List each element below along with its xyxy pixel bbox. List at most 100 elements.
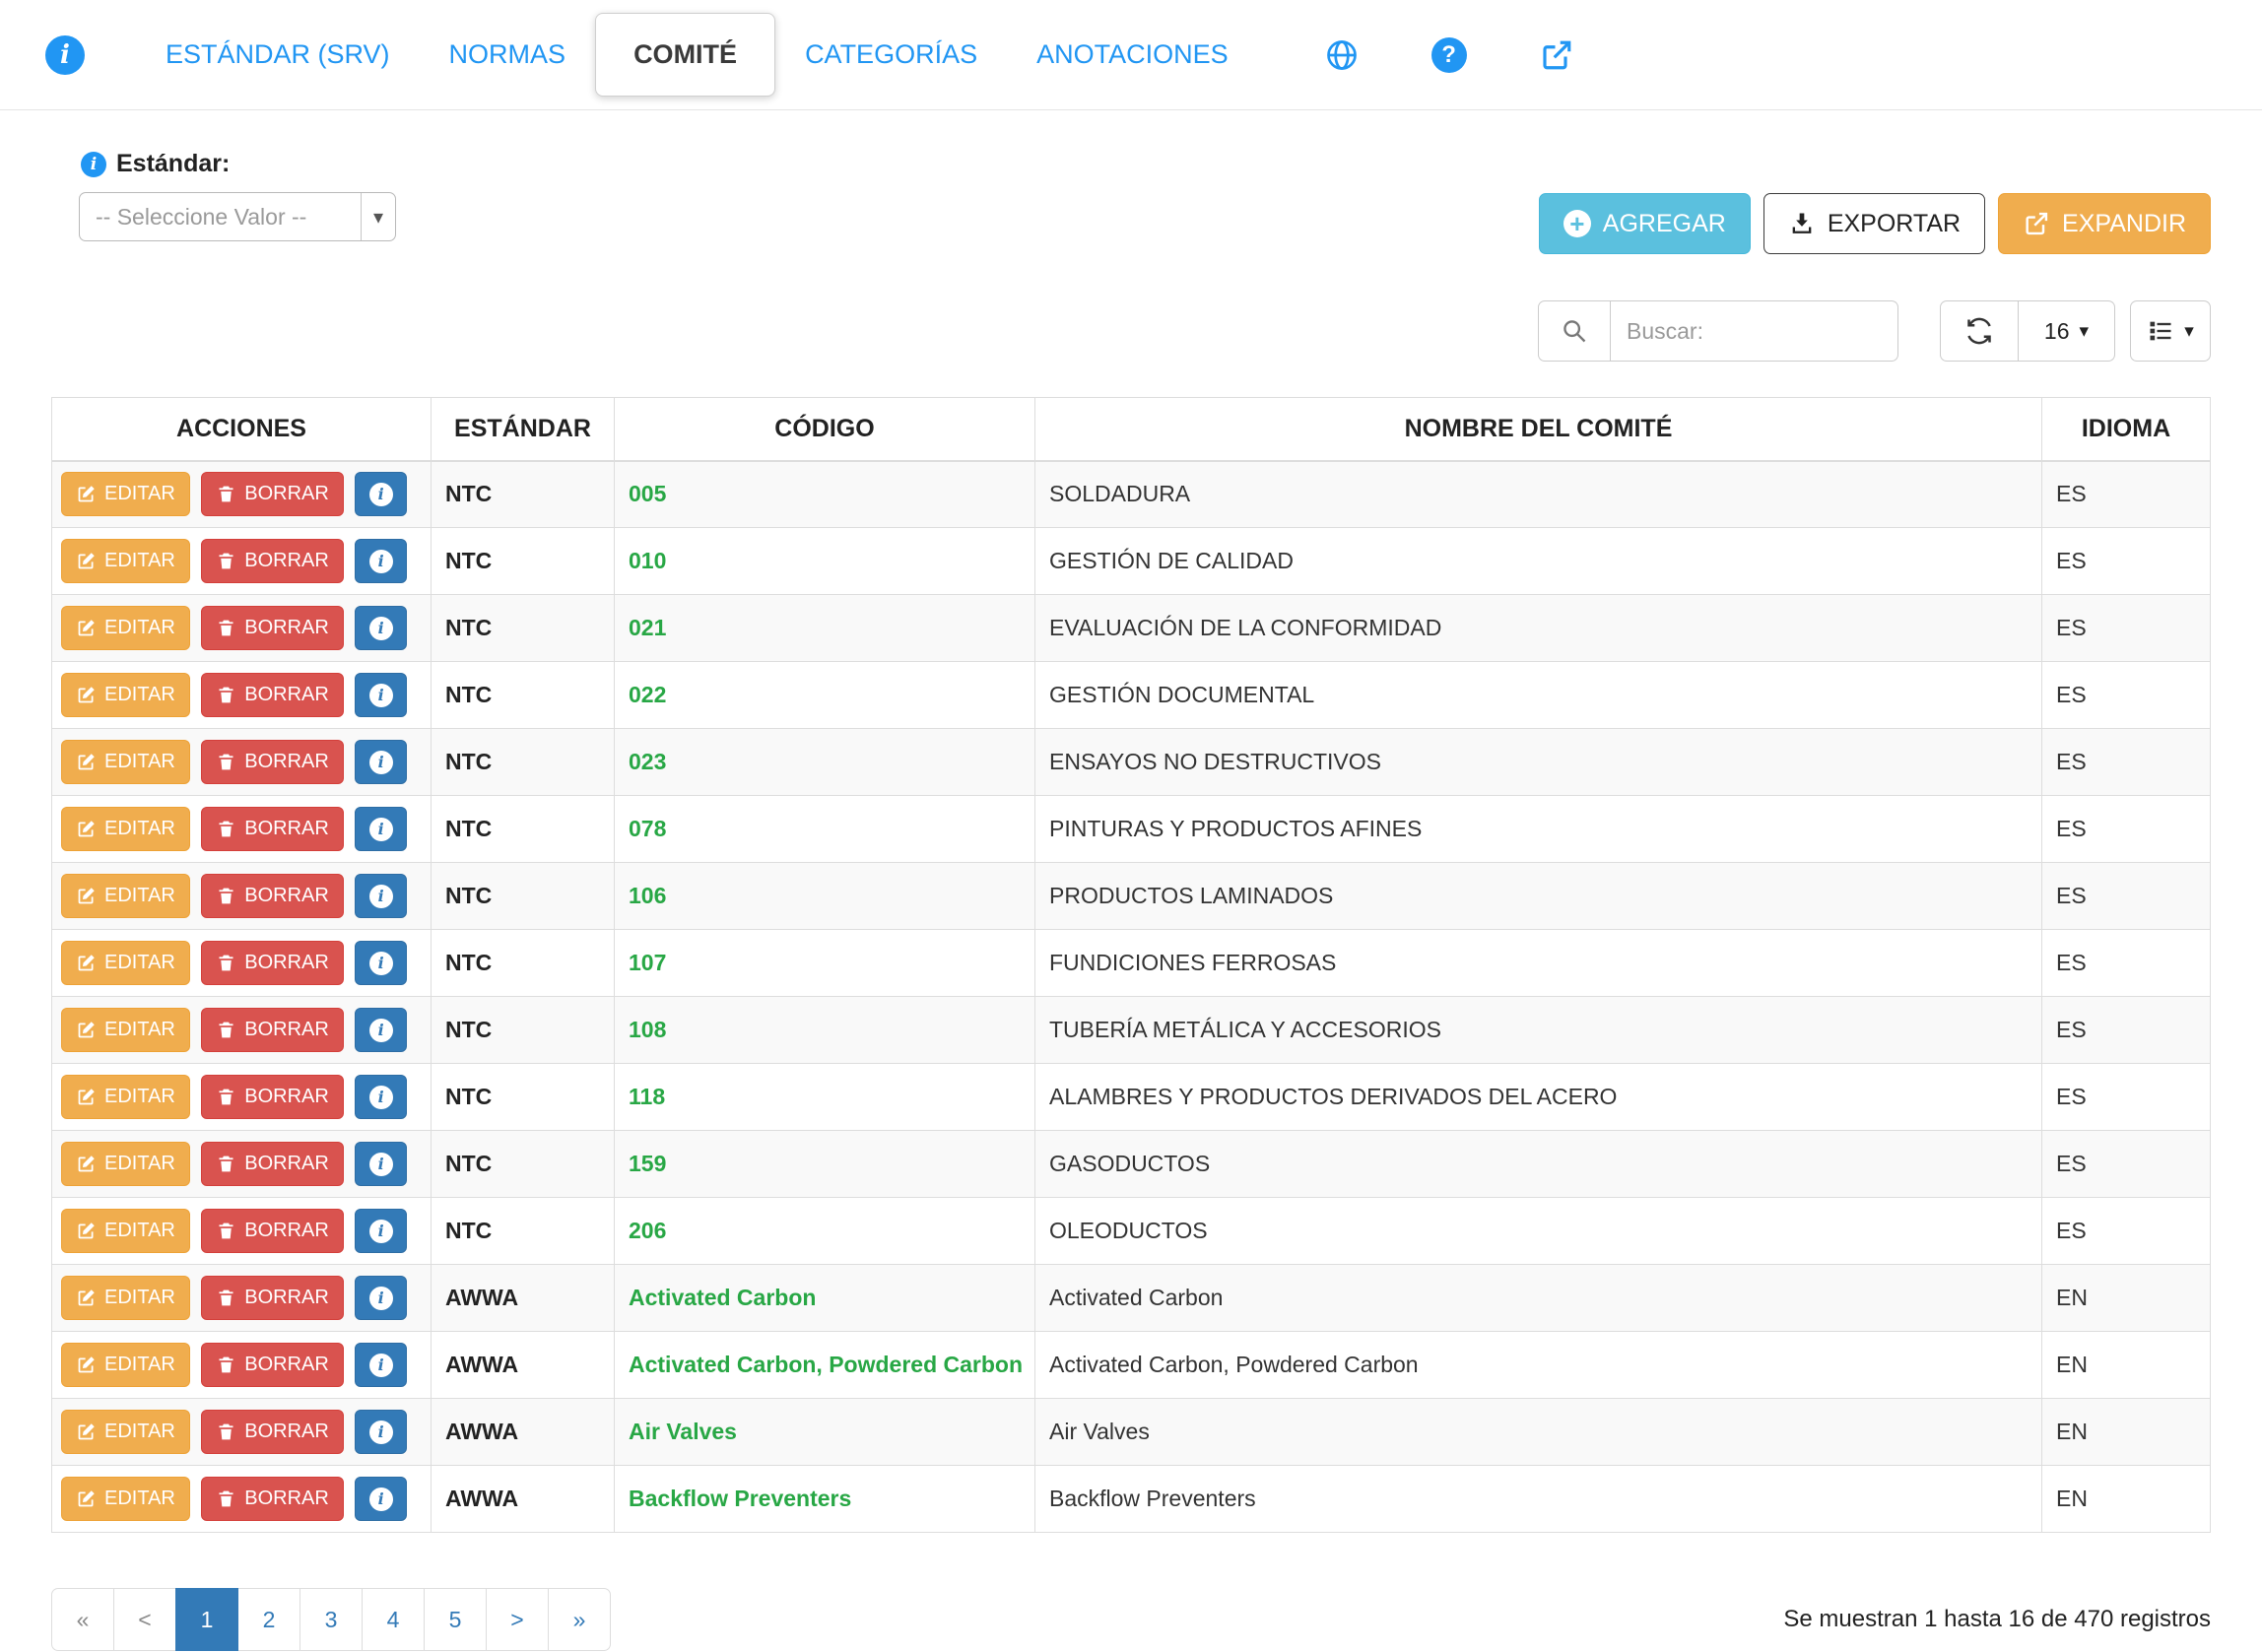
nombre-cell: OLEODUCTOS (1035, 1198, 2042, 1265)
table-wrap: ACCIONES ESTÁNDAR CÓDIGO NOMBRE DEL COMI… (0, 362, 2262, 1533)
editar-button[interactable]: EDITAR (61, 941, 190, 985)
borrar-button[interactable]: BORRAR (201, 539, 344, 583)
editar-button[interactable]: EDITAR (61, 1343, 190, 1387)
exportar-button[interactable]: EXPORTAR (1763, 193, 1985, 254)
row-info-button[interactable]: i (355, 941, 407, 985)
row-info-button[interactable]: i (355, 1209, 407, 1253)
row-info-button[interactable]: i (355, 606, 407, 650)
info-icon[interactable]: i (45, 35, 85, 75)
editar-button[interactable]: EDITAR (61, 807, 190, 851)
borrar-button[interactable]: BORRAR (201, 1276, 344, 1320)
editar-button[interactable]: EDITAR (61, 1477, 190, 1521)
idioma-cell: ES (2042, 461, 2211, 528)
external-link-icon[interactable] (1538, 36, 1575, 74)
editar-button[interactable]: EDITAR (61, 539, 190, 583)
header-acciones: ACCIONES (52, 398, 432, 461)
idioma-cell: ES (2042, 997, 2211, 1064)
row-info-button[interactable]: i (355, 1477, 407, 1521)
records-summary: Se muestran 1 hasta 16 de 470 registros (1783, 1606, 2211, 1633)
refresh-button[interactable] (1940, 300, 2019, 362)
search-button[interactable] (1538, 300, 1611, 362)
borrar-button[interactable]: BORRAR (201, 1075, 344, 1119)
search-input[interactable] (1611, 300, 1898, 362)
tab-categorias[interactable]: CATEGORÍAS (775, 16, 1007, 94)
editar-button[interactable]: EDITAR (61, 1276, 190, 1320)
pagination-item[interactable]: » (548, 1588, 611, 1651)
expandir-button[interactable]: EXPANDIR (1998, 193, 2211, 254)
borrar-button[interactable]: BORRAR (201, 740, 344, 784)
pagination-item[interactable]: 3 (299, 1588, 363, 1651)
row-info-button[interactable]: i (355, 740, 407, 784)
idioma-cell: ES (2042, 863, 2211, 930)
borrar-button[interactable]: BORRAR (201, 874, 344, 918)
estandar-cell: AWWA (432, 1466, 615, 1533)
borrar-button[interactable]: BORRAR (201, 1477, 344, 1521)
tab-normas[interactable]: NORMAS (420, 16, 596, 94)
pagination-item[interactable]: < (113, 1588, 176, 1651)
editar-button[interactable]: EDITAR (61, 1209, 190, 1253)
page-size-dropdown[interactable]: 16 ▾ (2019, 300, 2115, 362)
pagination-item[interactable]: 1 (175, 1588, 238, 1651)
row-info-button[interactable]: i (355, 1008, 407, 1052)
borrar-button[interactable]: BORRAR (201, 1343, 344, 1387)
editar-button[interactable]: EDITAR (61, 1410, 190, 1454)
pagination-item[interactable]: 5 (424, 1588, 487, 1651)
row-info-button[interactable]: i (355, 874, 407, 918)
row-info-button[interactable]: i (355, 1343, 407, 1387)
nombre-cell: FUNDICIONES FERROSAS (1035, 930, 2042, 997)
row-info-button[interactable]: i (355, 539, 407, 583)
globe-icon[interactable] (1323, 36, 1361, 74)
pagination-item[interactable]: 4 (362, 1588, 425, 1651)
borrar-button[interactable]: BORRAR (201, 673, 344, 717)
borrar-button[interactable]: BORRAR (201, 1008, 344, 1052)
borrar-button[interactable]: BORRAR (201, 1142, 344, 1186)
actions-cell: EDITAR BORRAR i (52, 1198, 432, 1265)
editar-button[interactable]: EDITAR (61, 472, 190, 516)
info-icon: i (369, 1086, 393, 1109)
editar-button[interactable]: EDITAR (61, 1075, 190, 1119)
pagination-item[interactable]: 2 (237, 1588, 300, 1651)
pagination-item[interactable]: « (51, 1588, 114, 1651)
estandar-select[interactable]: -- Seleccione Valor -- ▾ (79, 192, 396, 241)
pencil-icon (76, 1488, 97, 1509)
pagination-item[interactable]: > (486, 1588, 549, 1651)
row-info-button[interactable]: i (355, 1142, 407, 1186)
info-icon: i (369, 1354, 393, 1377)
nombre-cell: GASODUCTOS (1035, 1131, 2042, 1198)
tab-comite[interactable]: COMITÉ (595, 13, 775, 97)
borrar-button[interactable]: BORRAR (201, 1410, 344, 1454)
estandar-cell: NTC (432, 595, 615, 662)
borrar-button[interactable]: BORRAR (201, 807, 344, 851)
row-info-button[interactable]: i (355, 807, 407, 851)
agregar-button[interactable]: + AGREGAR (1539, 193, 1751, 254)
editar-button[interactable]: EDITAR (61, 673, 190, 717)
row-info-button[interactable]: i (355, 1410, 407, 1454)
editar-button[interactable]: EDITAR (61, 1008, 190, 1052)
tab-estandar-srv[interactable]: ESTÁNDAR (SRV) (136, 16, 420, 94)
actions-cell: EDITAR BORRAR i (52, 1466, 432, 1533)
editar-label: EDITAR (104, 1287, 175, 1309)
editar-button[interactable]: EDITAR (61, 740, 190, 784)
pencil-icon (76, 1221, 97, 1241)
row-info-button[interactable]: i (355, 1075, 407, 1119)
trash-icon (216, 886, 236, 906)
editar-button[interactable]: EDITAR (61, 1142, 190, 1186)
actions-cell: EDITAR BORRAR i (52, 997, 432, 1064)
trash-icon (216, 1221, 236, 1241)
row-info-button[interactable]: i (355, 673, 407, 717)
row-info-button[interactable]: i (355, 472, 407, 516)
borrar-button[interactable]: BORRAR (201, 941, 344, 985)
tab-anotaciones[interactable]: ANOTACIONES (1007, 16, 1258, 94)
row-info-button[interactable]: i (355, 1276, 407, 1320)
editar-button[interactable]: EDITAR (61, 874, 190, 918)
borrar-button[interactable]: BORRAR (201, 606, 344, 650)
actions-cell: EDITAR BORRAR i (52, 1131, 432, 1198)
columns-dropdown[interactable]: ▾ (2130, 300, 2211, 362)
actions-cell: EDITAR BORRAR i (52, 595, 432, 662)
borrar-button[interactable]: BORRAR (201, 472, 344, 516)
borrar-button[interactable]: BORRAR (201, 1209, 344, 1253)
help-icon[interactable]: ? (1431, 37, 1467, 73)
editar-button[interactable]: EDITAR (61, 606, 190, 650)
pencil-icon (76, 551, 97, 571)
nombre-cell: ENSAYOS NO DESTRUCTIVOS (1035, 729, 2042, 796)
